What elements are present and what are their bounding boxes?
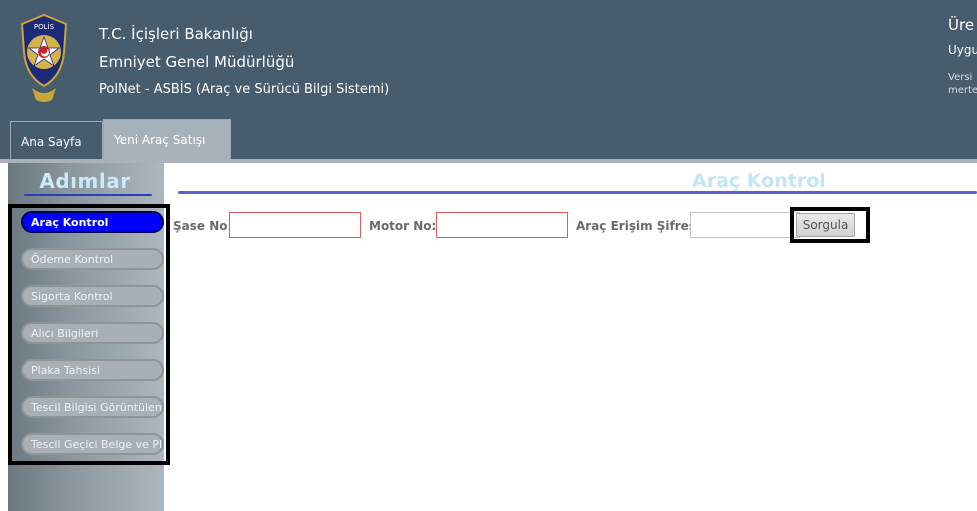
logo-text: POLİS <box>34 22 55 31</box>
sidebar-title-underline <box>24 194 152 196</box>
sidebar-title: Adımlar <box>39 169 131 193</box>
sorgula-button[interactable]: Sorgula <box>796 213 855 237</box>
sase-input[interactable] <box>229 212 361 238</box>
system-title: PolNet - ASBİS (Araç ve Sürücü Bilgi Sis… <box>99 82 390 97</box>
header-right-line3: Versi <box>948 72 973 83</box>
page-title-underline <box>178 191 977 194</box>
ministry-title: T.C. İçişleri Bakanlığı <box>99 25 253 43</box>
header-titles: T.C. İçişleri Bakanlığı Emniyet Genel Mü… <box>99 20 389 104</box>
step-odeme-kontrol[interactable]: Ödeme Kontrol <box>21 248 164 270</box>
erisim-sifresi-input[interactable] <box>690 212 800 238</box>
sase-label: Şase No: <box>173 219 233 233</box>
motor-input[interactable] <box>436 212 568 238</box>
step-plaka-tahsisi[interactable]: Plaka Tahsisi <box>21 359 164 381</box>
step-alici-bilgileri[interactable]: Alıcı Bilgileri <box>21 322 164 344</box>
step-tescil-bilgisi[interactable]: Tescil Bilgisi Görüntüleme <box>21 396 164 418</box>
police-emblem-icon: POLİS <box>20 13 68 102</box>
header-right-line4: merte <box>948 85 977 96</box>
erisim-sifresi-label: Araç Erişim Şifresi: <box>576 219 705 233</box>
step-tescil-gecici-belge[interactable]: Tescil Geçici Belge ve Pla <box>21 433 164 455</box>
motor-label: Motor No: <box>369 219 437 233</box>
header-right-line2: Uygu <box>948 43 977 57</box>
step-sigorta-kontrol[interactable]: Sigorta Kontrol <box>21 285 164 307</box>
header-right-info: Üre Uygu Versi merte <box>948 15 977 97</box>
tab-ana-sayfa[interactable]: Ana Sayfa <box>10 121 103 160</box>
steps-highlight-frame: Araç Kontrol Ödeme Kontrol Sigorta Kontr… <box>8 204 170 465</box>
tab-yeni-arac-satisi[interactable]: Yeni Araç Satışı <box>103 119 231 160</box>
directorate-title: Emniyet Genel Müdürlüğü <box>99 53 295 71</box>
step-arac-kontrol[interactable]: Araç Kontrol <box>21 211 164 233</box>
page-title: Araç Kontrol <box>692 170 826 192</box>
header-right-line1: Üre <box>948 16 975 34</box>
